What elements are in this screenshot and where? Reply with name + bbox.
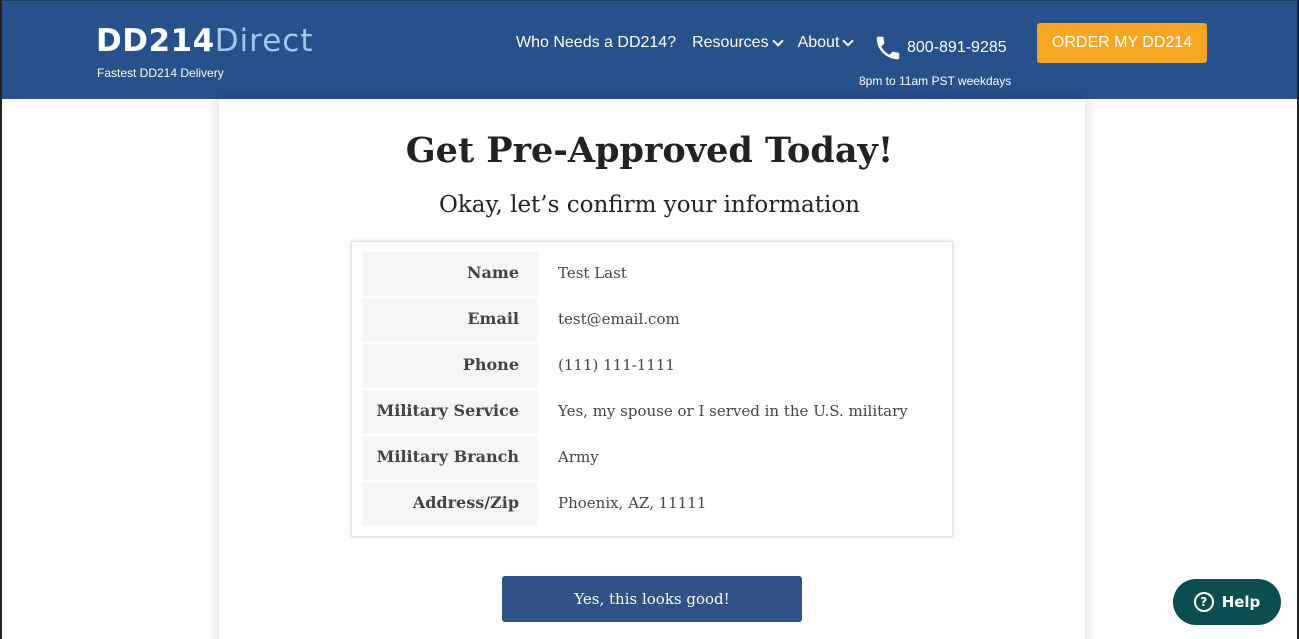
info-row-address: Address/Zip Phoenix, AZ, 11111 — [362, 482, 942, 528]
row-value: test@email.com — [558, 310, 680, 328]
chevron-down-icon — [842, 35, 855, 47]
info-row-military-branch: Military Branch Army — [362, 436, 942, 482]
row-label: Military Service — [362, 390, 538, 436]
info-summary-table: Name Test Last Email test@email.com Phon… — [351, 241, 953, 537]
help-button[interactable]: ? Help — [1173, 579, 1281, 625]
info-row-name: Name Test Last — [362, 252, 942, 298]
nav-label: About — [797, 34, 840, 51]
confirm-button[interactable]: Yes, this looks good! — [502, 576, 802, 622]
question-icon: ? — [1193, 592, 1214, 612]
row-value: Yes, my spouse or I served in the U.S. m… — [558, 402, 908, 420]
logo-accent: Direct — [214, 23, 314, 59]
page-subtitle: Okay, let’s confirm your information — [439, 192, 860, 218]
nav-who-needs[interactable]: Who Needs a DD214? — [516, 34, 676, 52]
nav-resources[interactable]: Resources — [692, 34, 784, 52]
logo[interactable]: DD214Direct — [96, 23, 314, 59]
info-row-email: Email test@email.com — [362, 298, 942, 344]
nav-about[interactable]: About — [797, 34, 855, 52]
info-row-phone: Phone (111) 111-1111 — [362, 344, 942, 390]
row-label: Phone — [362, 344, 538, 390]
site-header: DD214Direct Fastest DD214 Delivery Who N… — [0, 0, 1299, 99]
row-value: Test Last — [558, 264, 627, 282]
row-value: Army — [558, 448, 599, 466]
phone-number: 800-891-9285 — [907, 39, 1007, 56]
main-nav: Who Needs a DD214? Resources About — [516, 34, 868, 52]
row-label: Email — [362, 298, 538, 344]
phone-icon — [876, 36, 900, 60]
nav-label: Who Needs a DD214? — [516, 34, 677, 51]
logo-main: DD214 — [96, 23, 215, 59]
info-row-military-service: Military Service Yes, my spouse or I ser… — [362, 390, 942, 436]
phone-link[interactable]: 800-891-9285 — [873, 33, 1007, 63]
help-label: Help — [1221, 593, 1261, 611]
chevron-down-icon — [771, 35, 784, 47]
row-label: Name — [362, 252, 538, 298]
tagline: Fastest DD214 Delivery — [97, 66, 224, 80]
page-title: Get Pre-Approved Today! — [405, 130, 894, 171]
phone-hours: 8pm to 11am PST weekdays — [859, 74, 1012, 88]
row-label: Military Branch — [362, 436, 538, 482]
order-dd214-button[interactable]: ORDER MY DD214 — [1037, 23, 1207, 63]
row-label: Address/Zip — [362, 482, 538, 528]
row-value: Phoenix, AZ, 11111 — [558, 494, 707, 512]
nav-label: Resources — [692, 34, 769, 51]
row-value: (111) 111-1111 — [558, 356, 675, 374]
window-frame-left — [0, 0, 2, 639]
